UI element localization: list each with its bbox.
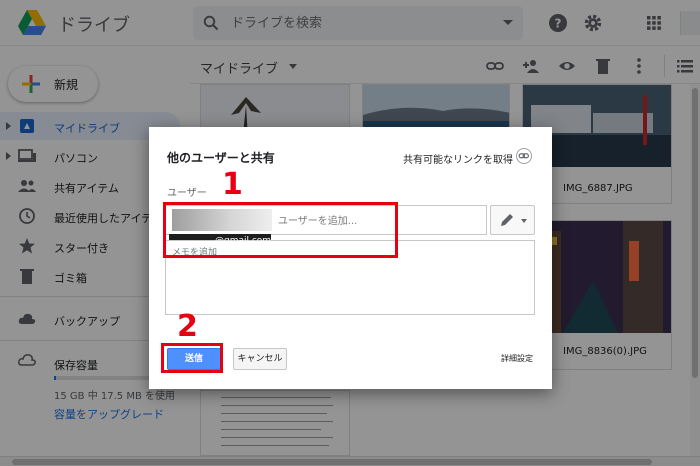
users-label: ユーザー: [167, 188, 207, 199]
link-icon[interactable]: [516, 148, 532, 164]
pencil-icon: [501, 214, 513, 226]
step2-number: 2: [177, 309, 198, 344]
cancel-button[interactable]: キャンセル: [233, 348, 287, 370]
step2-highlight-box: [161, 343, 223, 373]
step1-number: 1: [222, 167, 243, 202]
dialog-title: 他のユーザーと共有: [167, 151, 275, 165]
advanced-settings-link[interactable]: 詳細設定: [501, 353, 533, 364]
permission-dropdown[interactable]: [490, 205, 535, 235]
step1-highlight-box: [163, 202, 398, 258]
chevron-down-icon: [521, 219, 527, 223]
get-shareable-link[interactable]: 共有可能なリンクを取得: [403, 151, 513, 166]
